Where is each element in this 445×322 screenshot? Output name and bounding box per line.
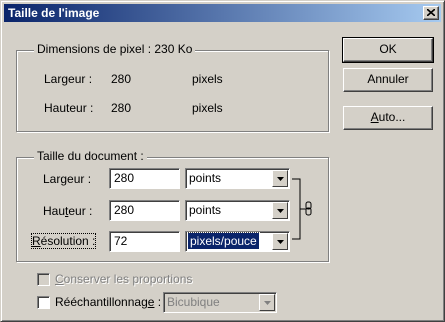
- chevron-down-icon: [277, 177, 284, 181]
- title-bar[interactable]: Taille de l'image: [4, 4, 441, 22]
- resolution-unit-select[interactable]: pixels/pouce: [185, 231, 290, 252]
- doc-width-unit-value: points: [189, 171, 222, 185]
- chevron-down-icon: [277, 240, 284, 244]
- pixel-width-unit: pixels: [192, 72, 223, 86]
- doc-width-unit-dropdown-button[interactable]: [272, 170, 288, 187]
- doc-height-unit-select[interactable]: points: [185, 200, 290, 221]
- pixel-height-label: Hauteur :: [44, 101, 94, 115]
- window-title: Taille de l'image: [8, 6, 100, 20]
- auto-button[interactable]: Auto...: [343, 106, 433, 130]
- close-icon: [427, 9, 435, 16]
- resample-method-select[interactable]: Bicubique: [163, 292, 277, 313]
- doc-width-label: Largeur :: [43, 172, 92, 186]
- constrain-proportions-label: Conserver les proportions: [55, 272, 193, 286]
- pixel-width-value: 280: [111, 72, 132, 86]
- close-button[interactable]: [423, 6, 439, 20]
- constrain-proportions-checkbox[interactable]: [37, 273, 50, 286]
- doc-height-unit-value: points: [189, 203, 222, 217]
- cancel-button[interactable]: Annuler: [343, 68, 433, 92]
- resample-method-dropdown-button[interactable]: [259, 294, 275, 311]
- resolution-unit-value: pixels/pouce: [187, 232, 260, 250]
- doc-height-input[interactable]: 280: [109, 200, 180, 221]
- resolution-unit-dropdown-button[interactable]: [272, 233, 288, 250]
- chain-link-icon: [292, 178, 312, 240]
- pixel-height-value: 280: [111, 101, 132, 115]
- document-size-label: Taille du document :: [34, 149, 147, 163]
- chevron-down-icon: [264, 301, 271, 305]
- chevron-down-icon: [277, 209, 284, 213]
- pixel-dimensions-label: Dimensions de pixel : 230 Ko: [34, 42, 196, 56]
- resolution-label: Résolution :: [30, 233, 97, 249]
- resample-method-value: Bicubique: [167, 295, 220, 309]
- pixel-width-label: Largeur :: [44, 72, 93, 86]
- doc-width-unit-select[interactable]: points: [185, 168, 290, 189]
- resolution-input[interactable]: 72: [109, 231, 180, 252]
- doc-height-label: Hauteur :: [43, 204, 93, 218]
- doc-height-unit-dropdown-button[interactable]: [272, 202, 288, 219]
- resample-checkbox[interactable]: [37, 296, 50, 309]
- doc-width-input[interactable]: 280: [109, 168, 180, 189]
- pixel-dimensions-group: [16, 50, 329, 132]
- pixel-height-unit: pixels: [192, 101, 223, 115]
- resample-label: Rééchantillonnage :: [55, 295, 162, 309]
- image-size-dialog: Taille de l'image Dimensions de pixel : …: [0, 0, 445, 322]
- ok-button[interactable]: OK: [342, 37, 434, 63]
